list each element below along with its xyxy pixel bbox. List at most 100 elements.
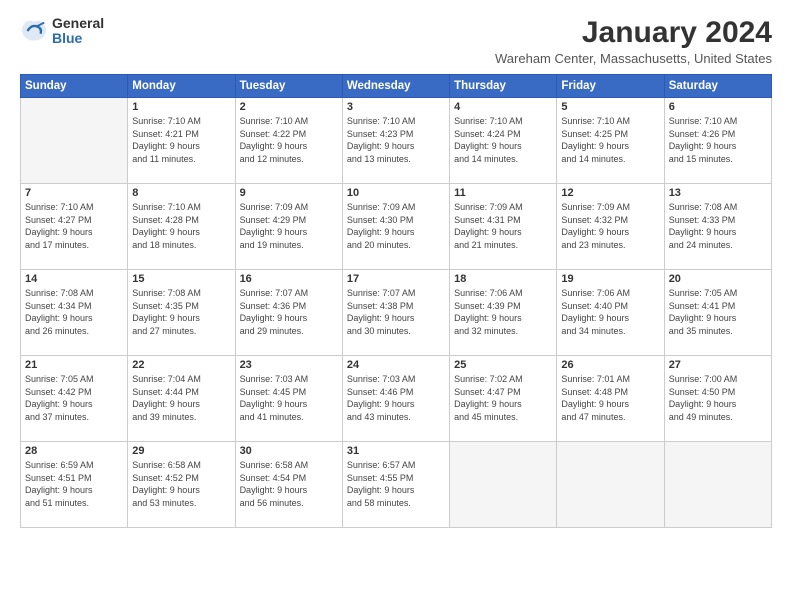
day-info: Sunrise: 7:04 AMSunset: 4:44 PMDaylight:… — [132, 373, 230, 423]
day-info: Sunrise: 7:06 AMSunset: 4:40 PMDaylight:… — [561, 287, 659, 337]
day-info: Sunrise: 6:58 AMSunset: 4:52 PMDaylight:… — [132, 459, 230, 509]
day-info: Sunrise: 7:08 AMSunset: 4:34 PMDaylight:… — [25, 287, 123, 337]
logo-text: General Blue — [52, 16, 104, 47]
day-info: Sunrise: 6:59 AMSunset: 4:51 PMDaylight:… — [25, 459, 123, 509]
day-number: 23 — [240, 359, 338, 371]
day-number: 26 — [561, 359, 659, 371]
week-row-1: 1Sunrise: 7:10 AMSunset: 4:21 PMDaylight… — [21, 98, 772, 184]
day-info: Sunrise: 7:07 AMSunset: 4:38 PMDaylight:… — [347, 287, 445, 337]
day-number: 30 — [240, 445, 338, 457]
day-number: 19 — [561, 273, 659, 285]
day-info: Sunrise: 7:10 AMSunset: 4:22 PMDaylight:… — [240, 115, 338, 165]
day-number: 18 — [454, 273, 552, 285]
header-day-sunday: Sunday — [21, 75, 128, 98]
day-number: 11 — [454, 187, 552, 199]
title-section: January 2024 Wareham Center, Massachuset… — [495, 16, 772, 66]
calendar-cell: 10Sunrise: 7:09 AMSunset: 4:30 PMDayligh… — [342, 184, 449, 270]
day-info: Sunrise: 7:05 AMSunset: 4:41 PMDaylight:… — [669, 287, 767, 337]
day-info: Sunrise: 7:01 AMSunset: 4:48 PMDaylight:… — [561, 373, 659, 423]
day-info: Sunrise: 7:10 AMSunset: 4:26 PMDaylight:… — [669, 115, 767, 165]
week-row-3: 14 Sunrise: 7:08 AMSunset: 4:34 PMDayligh… — [21, 270, 772, 356]
calendar-cell — [21, 98, 128, 184]
calendar-cell: 24 Sunrise: 7:03 AMSunset: 4:46 PMDayligh… — [342, 356, 449, 442]
day-info: Sunrise: 7:06 AMSunset: 4:39 PMDaylight:… — [454, 287, 552, 337]
day-number: 29 — [132, 445, 230, 457]
logo-icon — [20, 17, 48, 45]
calendar-cell: 14 Sunrise: 7:08 AMSunset: 4:34 PMDayligh… — [21, 270, 128, 356]
calendar-cell: 13 Sunrise: 7:08 AMSunset: 4:33 PMDayligh… — [664, 184, 771, 270]
day-number: 28 — [25, 445, 123, 457]
calendar-cell: 1Sunrise: 7:10 AMSunset: 4:21 PMDaylight… — [128, 98, 235, 184]
day-number: 5 — [561, 101, 659, 113]
day-number: 14 — [25, 273, 123, 285]
day-number: 24 — [347, 359, 445, 371]
calendar-cell: 15Sunrise: 7:08 AMSunset: 4:35 PMDayligh… — [128, 270, 235, 356]
day-info: Sunrise: 7:10 AMSunset: 4:27 PMDaylight:… — [25, 201, 123, 251]
calendar-cell: 7 Sunrise: 7:10 AMSunset: 4:27 PMDaylight… — [21, 184, 128, 270]
day-number: 16 — [240, 273, 338, 285]
day-number: 20 — [669, 273, 767, 285]
day-number: 22 — [132, 359, 230, 371]
day-number: 7 — [25, 187, 123, 199]
day-number: 6 — [669, 101, 767, 113]
day-info: Sunrise: 7:02 AMSunset: 4:47 PMDaylight:… — [454, 373, 552, 423]
day-number: 2 — [240, 101, 338, 113]
calendar-cell: 31 Sunrise: 6:57 AMSunset: 4:55 PMDayligh… — [342, 442, 449, 528]
day-info: Sunrise: 7:10 AMSunset: 4:28 PMDaylight:… — [132, 201, 230, 251]
header-day-friday: Friday — [557, 75, 664, 98]
calendar-cell: 11 Sunrise: 7:09 AMSunset: 4:31 PMDayligh… — [450, 184, 557, 270]
day-info: Sunrise: 7:09 AMSunset: 4:31 PMDaylight:… — [454, 201, 552, 251]
calendar-cell: 2 Sunrise: 7:10 AMSunset: 4:22 PMDaylight… — [235, 98, 342, 184]
calendar-cell: 20 Sunrise: 7:05 AMSunset: 4:41 PMDayligh… — [664, 270, 771, 356]
calendar-cell: 29 Sunrise: 6:58 AMSunset: 4:52 PMDayligh… — [128, 442, 235, 528]
calendar-cell: 5 Sunrise: 7:10 AMSunset: 4:25 PMDaylight… — [557, 98, 664, 184]
day-number: 3 — [347, 101, 445, 113]
calendar-header-row: SundayMondayTuesdayWednesdayThursdayFrid… — [21, 75, 772, 98]
day-info: Sunrise: 6:58 AMSunset: 4:54 PMDaylight:… — [240, 459, 338, 509]
week-row-5: 28 Sunrise: 6:59 AMSunset: 4:51 PMDayligh… — [21, 442, 772, 528]
header-day-saturday: Saturday — [664, 75, 771, 98]
calendar-cell: 16Sunrise: 7:07 AMSunset: 4:36 PMDayligh… — [235, 270, 342, 356]
calendar-cell: 28 Sunrise: 6:59 AMSunset: 4:51 PMDayligh… — [21, 442, 128, 528]
week-row-2: 7 Sunrise: 7:10 AMSunset: 4:27 PMDaylight… — [21, 184, 772, 270]
day-number: 8 — [132, 187, 230, 199]
header-day-wednesday: Wednesday — [342, 75, 449, 98]
day-number: 1 — [132, 101, 230, 113]
calendar-cell: 19 Sunrise: 7:06 AMSunset: 4:40 PMDayligh… — [557, 270, 664, 356]
day-number: 31 — [347, 445, 445, 457]
calendar-cell: 4Sunrise: 7:10 AMSunset: 4:24 PMDaylight… — [450, 98, 557, 184]
day-info: Sunrise: 6:57 AMSunset: 4:55 PMDaylight:… — [347, 459, 445, 509]
calendar-cell — [450, 442, 557, 528]
calendar-cell: 3Sunrise: 7:10 AMSunset: 4:23 PMDaylight… — [342, 98, 449, 184]
header-day-thursday: Thursday — [450, 75, 557, 98]
header-day-tuesday: Tuesday — [235, 75, 342, 98]
day-info: Sunrise: 7:09 AMSunset: 4:32 PMDaylight:… — [561, 201, 659, 251]
calendar-cell: 9Sunrise: 7:09 AMSunset: 4:29 PMDaylight… — [235, 184, 342, 270]
day-number: 21 — [25, 359, 123, 371]
day-number: 12 — [561, 187, 659, 199]
logo: General Blue — [20, 16, 104, 47]
day-number: 9 — [240, 187, 338, 199]
day-info: Sunrise: 7:03 AMSunset: 4:46 PMDaylight:… — [347, 373, 445, 423]
location: Wareham Center, Massachusetts, United St… — [495, 51, 772, 66]
calendar-cell: 21Sunrise: 7:05 AMSunset: 4:42 PMDayligh… — [21, 356, 128, 442]
month-title: January 2024 — [495, 16, 772, 49]
calendar-cell: 6 Sunrise: 7:10 AMSunset: 4:26 PMDaylight… — [664, 98, 771, 184]
calendar: SundayMondayTuesdayWednesdayThursdayFrid… — [20, 74, 772, 528]
header-day-monday: Monday — [128, 75, 235, 98]
header: General Blue January 2024 Wareham Center… — [20, 16, 772, 66]
calendar-cell: 8 Sunrise: 7:10 AMSunset: 4:28 PMDaylight… — [128, 184, 235, 270]
calendar-cell: 30 Sunrise: 6:58 AMSunset: 4:54 PMDayligh… — [235, 442, 342, 528]
logo-general: General — [52, 16, 104, 31]
calendar-cell: 12 Sunrise: 7:09 AMSunset: 4:32 PMDayligh… — [557, 184, 664, 270]
day-info: Sunrise: 7:10 AMSunset: 4:25 PMDaylight:… — [561, 115, 659, 165]
calendar-cell — [557, 442, 664, 528]
calendar-cell: 18 Sunrise: 7:06 AMSunset: 4:39 PMDayligh… — [450, 270, 557, 356]
calendar-cell: 25Sunrise: 7:02 AMSunset: 4:47 PMDayligh… — [450, 356, 557, 442]
day-number: 13 — [669, 187, 767, 199]
day-info: Sunrise: 7:08 AMSunset: 4:33 PMDaylight:… — [669, 201, 767, 251]
day-number: 17 — [347, 273, 445, 285]
calendar-cell: 27Sunrise: 7:00 AMSunset: 4:50 PMDayligh… — [664, 356, 771, 442]
calendar-cell — [664, 442, 771, 528]
day-info: Sunrise: 7:10 AMSunset: 4:24 PMDaylight:… — [454, 115, 552, 165]
